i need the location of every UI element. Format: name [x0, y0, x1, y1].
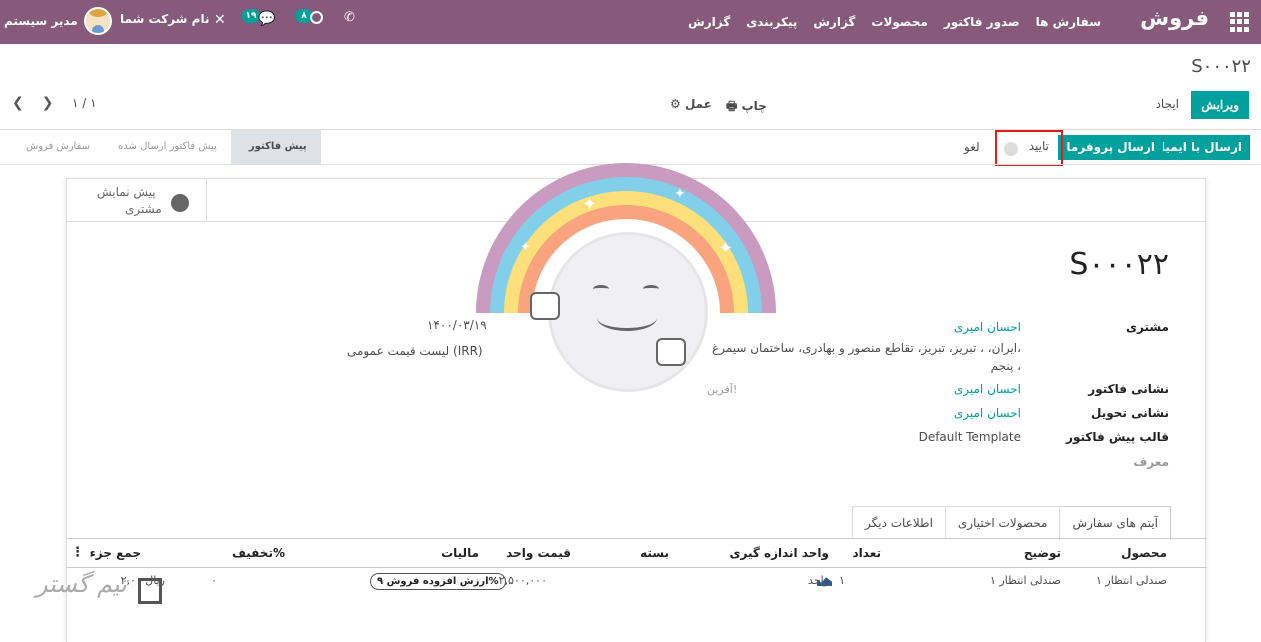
menu-products[interactable]: محصولات [871, 15, 927, 29]
step-quotation[interactable]: پیش فاکتور [230, 130, 321, 164]
menu-invoicing[interactable]: صدور فاکتور [944, 15, 1020, 29]
thumbs-up-icon [530, 292, 560, 320]
sparkle-icon: ✦ [520, 240, 531, 255]
top-navbar: فروش سفارش ها صدور فاکتور محصولات گزارش … [0, 0, 1261, 44]
confirm-button[interactable]: تایید [1029, 139, 1049, 153]
tools-icon[interactable]: ✕ [214, 12, 226, 28]
edit-button[interactable]: ویرایش [1191, 91, 1249, 119]
create-button[interactable]: ایجاد [1156, 97, 1179, 111]
preview-label-line1: پیش نمایش [97, 185, 156, 199]
step-sale-order[interactable]: سفارش فروش [12, 130, 104, 164]
print-label: چاپ [741, 99, 767, 113]
tax-tag[interactable]: ارزش افزوده فروش ۹% [370, 573, 506, 590]
pricelist-value[interactable]: لیست قیمت عمومی (IRR) [347, 344, 483, 358]
date-value[interactable]: ۱۴۰۰/۰۳/۱۹ [427, 318, 487, 332]
tab-order-lines[interactable]: آیتم های سفارش [1059, 506, 1171, 540]
pager-value[interactable]: ۱ / ۱ [72, 96, 97, 110]
menu-orders[interactable]: سفارش ها [1036, 15, 1101, 29]
user-avatar [83, 7, 112, 35]
send-proforma-button[interactable]: ارسال پروفرما [1058, 135, 1163, 160]
sparkle-icon: ✦ [718, 238, 734, 259]
thumbs-up-icon [656, 338, 686, 366]
action-label: عمل [684, 97, 712, 111]
customer-name-link[interactable]: احسان امیری [954, 320, 1021, 334]
user-name: مدیر سیستم [4, 14, 78, 28]
step-quotation-sent[interactable]: پیش فاکتور ارسال شده [104, 130, 231, 164]
app-brand[interactable]: فروش [1140, 6, 1209, 30]
row-uom[interactable]: واحد [808, 574, 829, 587]
action-button[interactable]: ⚙ عمل [670, 97, 712, 111]
template-label: قالب پیش فاکتور [1066, 430, 1169, 444]
customer-preview-button[interactable]: پیش نمایش مشتری [67, 179, 207, 221]
eye-icon [643, 285, 659, 293]
cancel-button[interactable]: لغو [964, 140, 980, 154]
user-menu[interactable]: مدیر سیستم [4, 6, 112, 36]
invoice-address-label: نشانی فاکتور [1088, 382, 1169, 396]
col-subtotal[interactable]: جمع جزء [90, 546, 141, 560]
invoice-address-link[interactable]: احسان امیری [954, 382, 1021, 396]
clock-icon[interactable] [310, 11, 323, 24]
table-header-divider [67, 567, 1207, 568]
row-quantity[interactable]: ۱ [839, 574, 845, 587]
row-product[interactable]: صندلی انتظار ۱ [1096, 574, 1167, 587]
col-product[interactable]: محصول [1121, 546, 1167, 560]
delivery-address-label: نشانی تحویل [1091, 406, 1169, 420]
watermark-logo-icon [138, 578, 162, 604]
tab-optional-products[interactable]: محصولات اختیاری [944, 506, 1061, 539]
print-button[interactable]: 🖶 چاپ [726, 97, 767, 118]
col-taxes[interactable]: مالیات [441, 546, 479, 560]
apps-menu-icon[interactable] [1229, 12, 1249, 32]
pager-arrows: ❮ ❯ [12, 95, 53, 111]
menu-configuration[interactable]: پیکربندی [746, 15, 797, 29]
company-switcher[interactable]: نام شرکت شما [120, 12, 209, 26]
breadcrumb: S۰۰۰۲۲ [1191, 56, 1251, 77]
menu-reporting[interactable]: گزارش [813, 15, 855, 29]
globe-icon [171, 194, 189, 212]
customer-label: مشتری [1125, 320, 1169, 334]
customer-address-line1: ایران، ، تبریز، تبریز، تقاطع منصور و بها… [712, 341, 1021, 355]
tab-other-info[interactable]: اطلاعات دیگر [852, 506, 946, 539]
eye-icon [593, 285, 609, 293]
sparkle-icon: ✦ [674, 186, 686, 202]
sparkle-icon: ✦ [582, 194, 598, 215]
watermark-text: تیم گستر [36, 570, 127, 598]
order-title: S۰۰۰۲۲ [1069, 247, 1169, 282]
row-description[interactable]: صندلی انتظار ۱ [990, 574, 1061, 587]
chat-icon[interactable]: 💬 [258, 11, 275, 27]
row-discount[interactable]: ۰ [211, 574, 217, 587]
chevron-left-icon[interactable]: ❮ [12, 95, 24, 111]
smile-icon [597, 305, 657, 331]
col-discount[interactable]: تخفیف% [232, 546, 285, 560]
gear-icon: ⚙ [670, 97, 681, 111]
note-text: آفرین! [707, 383, 738, 396]
menu-report[interactable]: گزارش [688, 15, 730, 29]
smiley-face-illustration [548, 232, 708, 392]
main-menu: سفارش ها صدور فاکتور محصولات گزارش پیکرب… [688, 0, 1101, 44]
chevron-right-icon[interactable]: ❯ [42, 95, 54, 111]
col-package[interactable]: بسته [640, 546, 669, 560]
tabs-divider [67, 538, 1207, 539]
col-description[interactable]: توضیح [1024, 546, 1061, 560]
row-unit-price[interactable]: ۲,۵۰۰,۰۰۰ [499, 574, 547, 587]
col-unit-price[interactable]: قیمت واحد [506, 546, 571, 560]
notebook-tabs: آیتم های سفارش محصولات اختیاری اطلاعات د… [852, 506, 1171, 540]
customer-address-line2: پنجم ، [990, 359, 1021, 373]
column-options-icon[interactable]: ⋮ [71, 545, 84, 560]
template-value[interactable]: Default Template [919, 430, 1021, 444]
col-quantity[interactable]: تعداد [853, 546, 881, 560]
delivery-address-link[interactable]: احسان امیری [954, 406, 1021, 420]
preview-label-line2: مشتری [125, 202, 162, 216]
col-uom[interactable]: واحد اندازه گیری [729, 546, 829, 560]
status-steps: سفارش فروش پیش فاکتور ارسال شده پیش فاکت… [12, 130, 321, 164]
print-icon: 🖶 [726, 99, 738, 113]
referrer-label: معرف [1133, 455, 1169, 469]
phone-icon[interactable]: ✆ [344, 10, 355, 25]
loading-icon [1004, 142, 1018, 156]
